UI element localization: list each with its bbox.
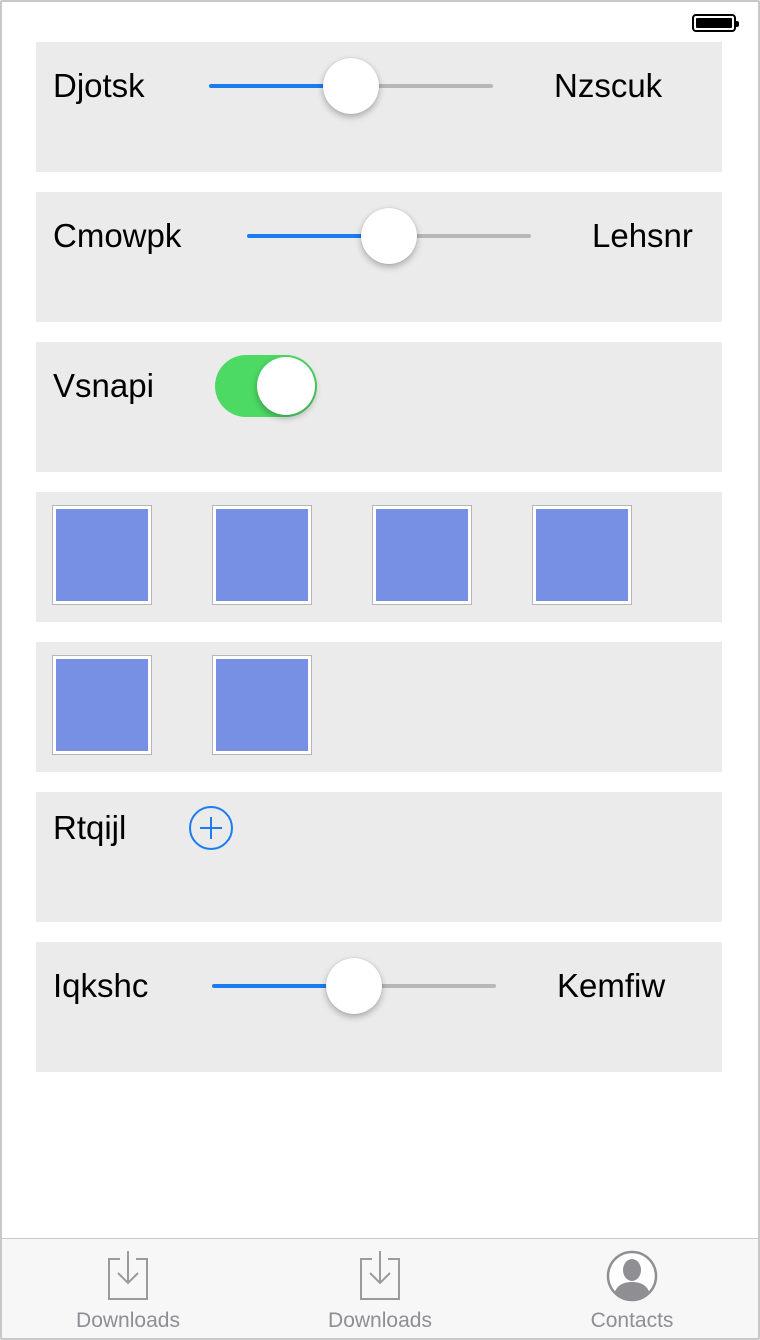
tab-label: Downloads bbox=[328, 1309, 432, 1332]
swatch-row-2 bbox=[36, 642, 722, 772]
slider-iqkshc[interactable] bbox=[212, 958, 496, 1014]
slider-thumb[interactable] bbox=[326, 958, 382, 1014]
slider-max-label: Lehsnr bbox=[592, 217, 693, 254]
switch-row-vsnapi: Vsnapi bbox=[36, 342, 722, 472]
color-swatch[interactable] bbox=[212, 505, 312, 605]
slider-row-djotsk: Djotsk Nzscuk bbox=[36, 42, 722, 172]
tab-bar: Downloads Downloads Contacts bbox=[2, 1238, 758, 1338]
tab-downloads-1[interactable]: Downloads bbox=[2, 1239, 254, 1338]
swatch-row-1 bbox=[36, 492, 722, 622]
color-swatch[interactable] bbox=[532, 505, 632, 605]
slider-thumb[interactable] bbox=[323, 58, 379, 114]
color-swatch[interactable] bbox=[372, 505, 472, 605]
color-swatch[interactable] bbox=[52, 655, 152, 755]
plus-circle-icon[interactable] bbox=[189, 806, 233, 850]
tab-downloads-2[interactable]: Downloads bbox=[254, 1239, 506, 1338]
slider-track-min bbox=[247, 234, 367, 238]
slider-djotsk[interactable] bbox=[209, 58, 493, 114]
slider-max-label: Nzscuk bbox=[554, 67, 663, 104]
slider-thumb[interactable] bbox=[361, 208, 417, 264]
downloads-icon bbox=[108, 1251, 148, 1300]
slider-cmowpk[interactable] bbox=[247, 208, 531, 264]
tab-label: Downloads bbox=[76, 1309, 180, 1332]
slider-max-label: Kemfiw bbox=[557, 967, 666, 1004]
slider-min-label: Iqkshc bbox=[53, 967, 149, 1004]
tab-contacts[interactable]: Contacts bbox=[506, 1239, 758, 1338]
tab-label: Contacts bbox=[590, 1309, 674, 1332]
add-row-label: Rtqijl bbox=[53, 809, 127, 846]
color-swatch[interactable] bbox=[52, 505, 152, 605]
slider-min-label: Djotsk bbox=[53, 67, 145, 104]
switch-knob bbox=[257, 357, 315, 415]
contacts-icon bbox=[606, 1250, 658, 1302]
slider-row-cmowpk: Cmowpk Lehsnr bbox=[36, 192, 722, 322]
vsnapi-switch[interactable] bbox=[215, 355, 317, 417]
app-screen: Djotsk Nzscuk Cmowpk Lehsnr Vsnapi Rtqij… bbox=[0, 0, 760, 1340]
slider-track-min bbox=[212, 984, 332, 988]
switch-label: Vsnapi bbox=[53, 367, 154, 404]
slider-min-label: Cmowpk bbox=[53, 217, 182, 254]
slider-track-min bbox=[209, 84, 329, 88]
battery-icon bbox=[692, 14, 739, 32]
color-swatch[interactable] bbox=[212, 655, 312, 755]
downloads-icon bbox=[360, 1251, 400, 1300]
add-row-rtqijl: Rtqijl bbox=[36, 792, 722, 922]
slider-row-iqkshc: Iqkshc Kemfiw bbox=[36, 942, 722, 1072]
